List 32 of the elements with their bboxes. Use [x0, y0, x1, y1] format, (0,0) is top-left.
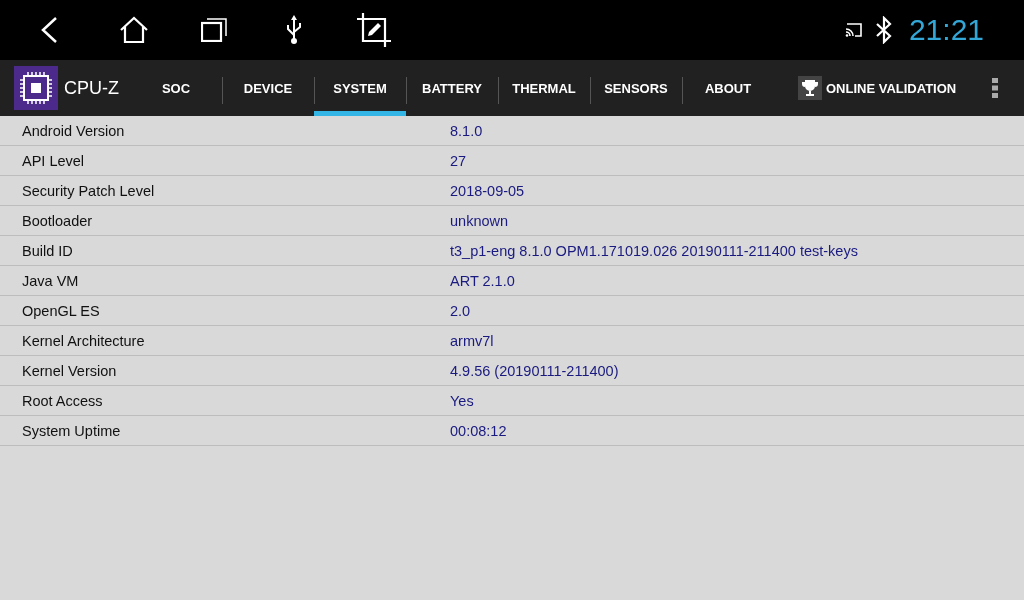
property-label: Build ID — [21, 242, 74, 259]
property-value: 2018-09-05 — [450, 182, 525, 199]
online-validation-button[interactable]: ONLINE VALIDATION — [798, 60, 957, 116]
property-label: Android Version — [21, 122, 126, 139]
property-label: Security Patch Level — [21, 182, 156, 199]
tab[interactable]: SENSORS — [590, 60, 682, 116]
property-value: 2.0 — [450, 302, 471, 319]
property-value: ART 2.1.0 — [450, 272, 515, 289]
property-value: 00:08:12 — [450, 422, 507, 439]
property-label: System Uptime — [21, 422, 122, 439]
property-value: 4.9.56 (20190111-211400) — [450, 362, 619, 379]
property-value: t3_p1-eng 8.1.0 OPM1.171019.026 20190111-211400 test-keys — [450, 242, 858, 259]
property-label: Bootloader — [21, 212, 94, 229]
tab[interactable]: BATTERY — [406, 60, 498, 116]
property-label: Root Access — [21, 392, 104, 409]
property-value: 8.1.0 — [450, 122, 483, 139]
property-label: Java VM — [21, 272, 80, 289]
app-title: CPU-Z — [64, 77, 119, 99]
property-value: unknown — [450, 212, 509, 229]
property-value: 27 — [450, 152, 467, 169]
tab[interactable]: DEVICE — [222, 60, 314, 116]
tab[interactable]: SYSTEM — [314, 60, 406, 116]
property-label: API Level — [21, 152, 86, 169]
property-label: OpenGL ES — [21, 302, 101, 319]
property-label: Kernel Version — [21, 362, 118, 379]
clock-time: 21:21 — [908, 13, 984, 47]
property-value: armv7l — [450, 332, 494, 349]
property-value: Yes — [450, 392, 474, 409]
tab[interactable]: THERMAL — [498, 60, 590, 116]
tab[interactable]: ABOUT — [682, 60, 774, 116]
tab[interactable]: SOC — [130, 60, 222, 116]
property-label: Kernel Architecture — [21, 332, 146, 349]
